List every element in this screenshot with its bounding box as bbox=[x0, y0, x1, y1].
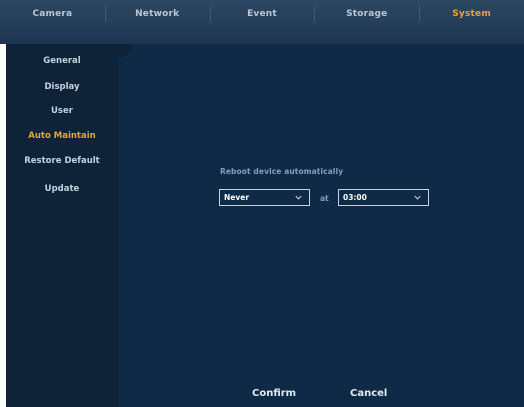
reboot-frequency-value: Never bbox=[224, 193, 250, 202]
at-label: at bbox=[320, 194, 329, 203]
sidebar-item-general[interactable]: General bbox=[6, 56, 118, 66]
tab-network[interactable]: Network bbox=[104, 6, 210, 22]
auto-maintain-panel: Reboot device automatically Never at 03:… bbox=[118, 44, 524, 407]
confirm-button[interactable]: Confirm bbox=[252, 388, 296, 399]
chevron-down-icon bbox=[414, 195, 421, 200]
reboot-time-select[interactable]: 03:00 bbox=[338, 189, 429, 206]
tab-event[interactable]: Event bbox=[209, 6, 315, 22]
tab-system[interactable]: System bbox=[419, 6, 524, 22]
sidebar-item-update[interactable]: Update bbox=[6, 184, 118, 194]
sidebar-item-auto-maintain[interactable]: Auto Maintain bbox=[6, 131, 118, 141]
sidebar-item-restore-default[interactable]: Restore Default bbox=[6, 156, 118, 166]
tab-camera[interactable]: Camera bbox=[0, 9, 105, 19]
sidebar-menu: General Display User Auto Maintain Resto… bbox=[6, 44, 118, 407]
reboot-label: Reboot device automatically bbox=[220, 167, 344, 176]
cancel-button[interactable]: Cancel bbox=[350, 388, 387, 399]
sidebar-item-user[interactable]: User bbox=[6, 106, 118, 116]
top-navigation-bar: Camera Network Event Storage System bbox=[0, 0, 524, 44]
settings-window: Camera Network Event Storage System Gene… bbox=[0, 0, 524, 407]
sidebar-item-display[interactable]: Display bbox=[6, 82, 118, 92]
tab-storage[interactable]: Storage bbox=[314, 6, 419, 22]
reboot-frequency-select[interactable]: Never bbox=[219, 189, 310, 206]
chevron-down-icon bbox=[295, 195, 302, 200]
reboot-time-value: 03:00 bbox=[343, 193, 367, 202]
